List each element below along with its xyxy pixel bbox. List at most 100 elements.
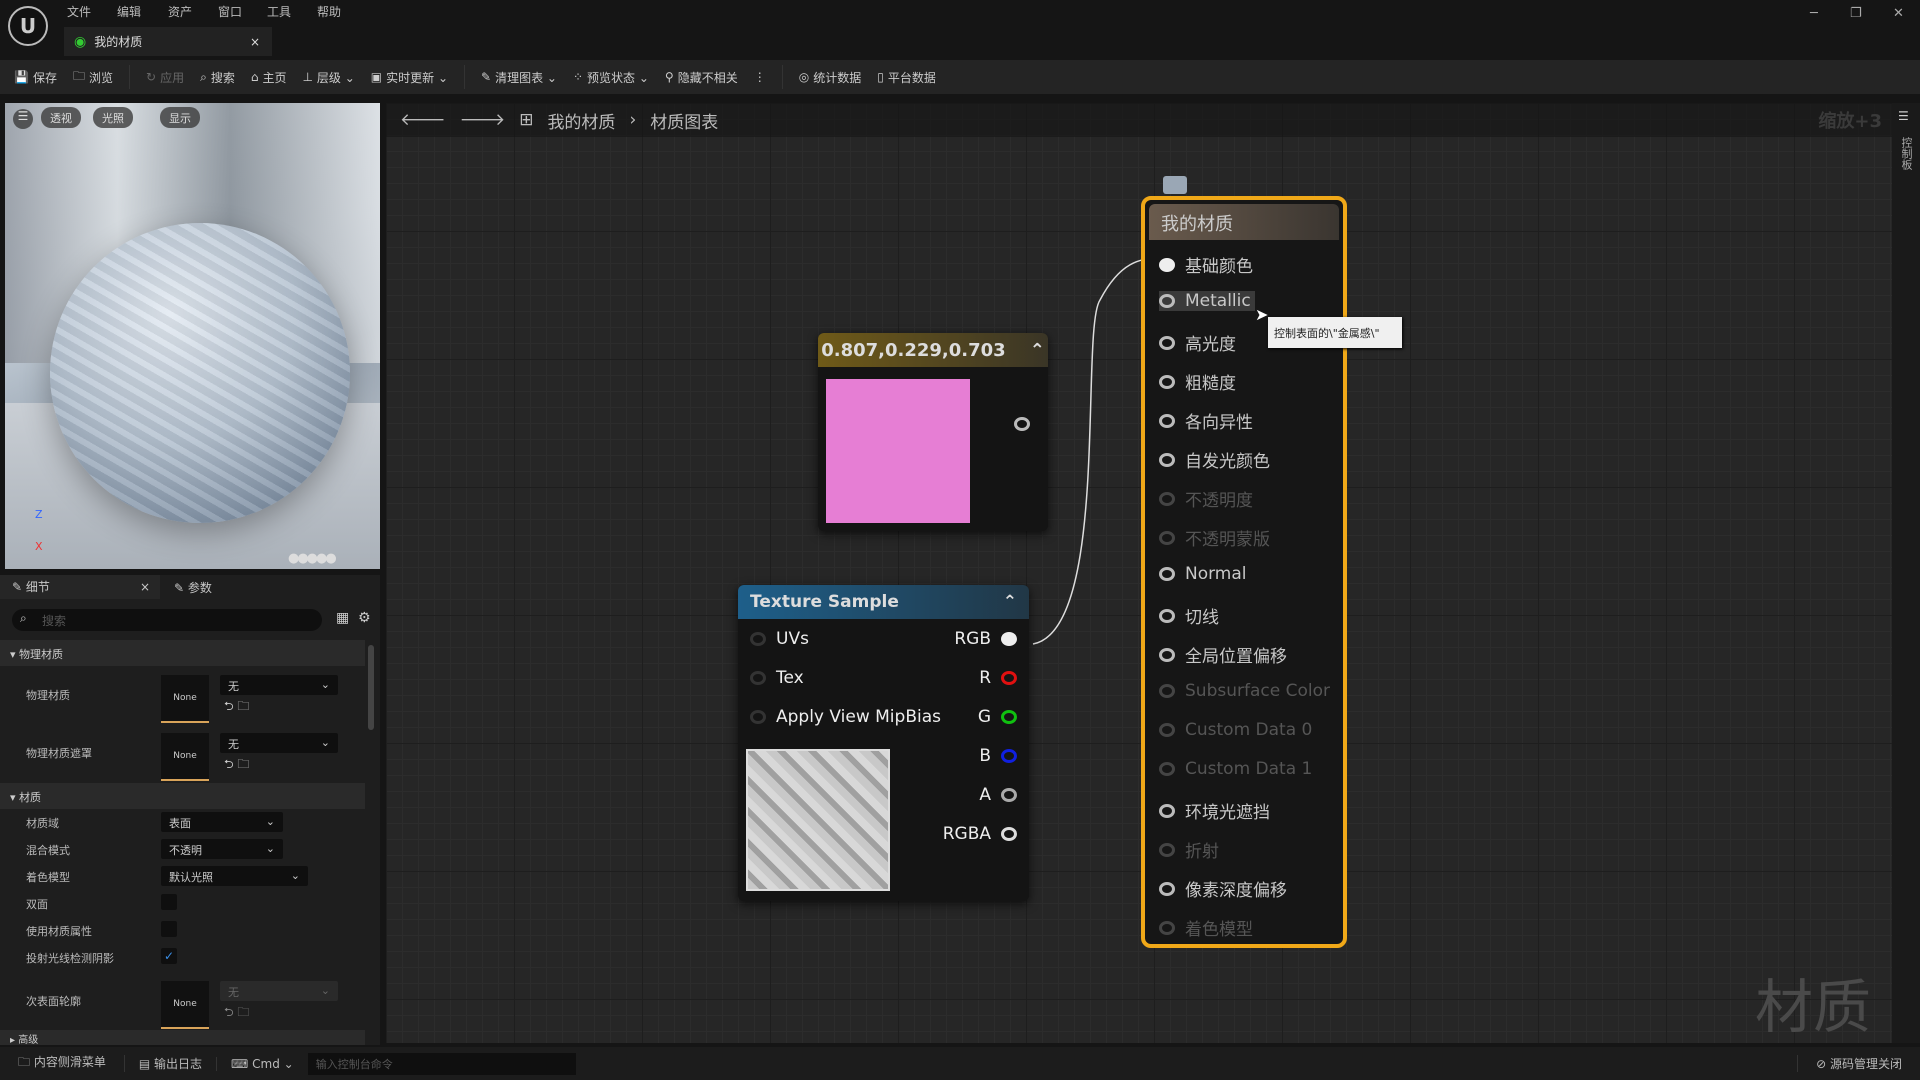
pin-label: 基础颜色	[1185, 257, 1253, 277]
console-input[interactable]: 输入控制台命令	[307, 1052, 576, 1075]
output-pin-g[interactable]	[1001, 710, 1017, 724]
result-pin-row[interactable]: Metallic	[1159, 291, 1255, 311]
pin-label: A	[979, 785, 991, 805]
output-pin-rgb[interactable]	[1001, 632, 1017, 646]
pin-label: G	[977, 707, 991, 727]
pin-label: B	[979, 746, 991, 766]
result-pin-row[interactable]: Subsurface Color	[1159, 681, 1330, 701]
result-pin-row[interactable]: 切线	[1159, 603, 1219, 628]
input-pin[interactable]	[1159, 842, 1175, 857]
content-drawer-label: 内容侧滑菜单	[33, 1055, 106, 1069]
input-pin[interactable]	[1159, 803, 1175, 818]
input-pin[interactable]	[1159, 335, 1175, 350]
pin-label: Custom Data 1	[1185, 759, 1313, 779]
constant3vector-node[interactable]: 0.807,0.229,0.703 ⌃	[818, 333, 1048, 531]
pin-label: 着色模型	[1185, 920, 1253, 940]
result-pin-row[interactable]: 各向异性	[1159, 408, 1253, 433]
output-pin-row[interactable]: RGB	[954, 629, 1017, 649]
output-pin-row[interactable]: RGBA	[943, 824, 1017, 844]
source-control-button[interactable]: ⊘ 源码管理关闭	[1797, 1055, 1920, 1072]
input-pin-row[interactable]: Apply View MipBias	[750, 707, 941, 727]
output-pin-row[interactable]: G	[978, 707, 1017, 727]
input-pin[interactable]	[1159, 723, 1175, 737]
menu-item[interactable]: 资产	[168, 3, 192, 20]
output-pin[interactable]	[1014, 417, 1030, 431]
input-pin[interactable]	[1159, 762, 1175, 776]
result-pin-row[interactable]: 全局位置偏移	[1159, 642, 1287, 667]
result-pin-row[interactable]: 折射	[1159, 837, 1219, 862]
input-pin[interactable]	[1159, 413, 1175, 428]
pin-label: 环境光遮挡	[1185, 803, 1270, 823]
input-pin[interactable]	[1159, 567, 1175, 581]
input-pin[interactable]	[1159, 530, 1175, 545]
input-pin-row[interactable]: Tex	[750, 668, 804, 688]
pin-label: 自发光颜色	[1185, 452, 1270, 472]
menu-item[interactable]: 文件	[67, 3, 91, 20]
pin-tooltip: 控制表面的\"金属感\"	[1268, 317, 1402, 348]
output-pin-rgba[interactable]	[1001, 827, 1017, 841]
output-pin-row[interactable]: A	[979, 785, 1017, 805]
result-pin-row[interactable]: Custom Data 1	[1159, 759, 1312, 779]
input-pin[interactable]	[1159, 684, 1175, 698]
input-pin[interactable]	[750, 632, 766, 646]
input-pin[interactable]	[1159, 257, 1175, 272]
pin-label: 粗糙度	[1185, 374, 1236, 394]
output-log-button[interactable]: ▤ 输出日志	[123, 1055, 216, 1072]
menu-item[interactable]: 工具	[267, 3, 291, 20]
output-pin-r[interactable]	[1001, 671, 1017, 685]
input-pin[interactable]	[1159, 374, 1175, 389]
result-pin-row[interactable]: 高光度	[1159, 330, 1236, 355]
result-pin-row[interactable]: 不透明蒙版	[1159, 525, 1270, 550]
source-control-label: 源码管理关闭	[1829, 1057, 1902, 1071]
input-pin[interactable]	[1159, 608, 1175, 623]
texture-sample-node[interactable]: Texture Sample ⌃ UVs Tex Apply View MipBias…	[738, 585, 1029, 901]
output-pin-b[interactable]	[1001, 749, 1017, 763]
cmd-dropdown[interactable]: ⌨ Cmd ⌄	[216, 1056, 308, 1071]
collapse-icon[interactable]: ⌃	[1030, 340, 1045, 361]
node-title: 我的材质	[1149, 204, 1339, 240]
content-drawer-button[interactable]: 🗀 内容侧滑菜单	[0, 1053, 124, 1074]
pin-label: UVs	[776, 629, 809, 649]
material-result-node[interactable]: 我的材质 基础颜色 Metallic 高光度粗糙度各向异性自发光颜色不透明度不透明蒙…	[1141, 196, 1347, 948]
input-pin[interactable]	[1159, 452, 1175, 467]
input-pin[interactable]	[1159, 647, 1175, 662]
result-pin-row[interactable]: 基础颜色	[1159, 252, 1253, 277]
input-pin[interactable]	[1159, 294, 1175, 308]
input-pin[interactable]	[750, 710, 766, 724]
pin-label: 各向异性	[1185, 413, 1253, 433]
result-pin-row[interactable]: 粗糙度	[1159, 369, 1236, 394]
node-comment-icon[interactable]	[1163, 176, 1187, 194]
pin-label: 折射	[1185, 842, 1219, 862]
input-pin[interactable]	[1159, 881, 1175, 896]
result-pin-row[interactable]: 自发光颜色	[1159, 447, 1270, 472]
menu-item[interactable]: 编辑	[117, 3, 141, 20]
input-pin[interactable]	[1159, 491, 1175, 506]
pin-label: 切线	[1185, 608, 1219, 628]
result-pin-row[interactable]: 着色模型	[1159, 915, 1253, 940]
input-pin-row[interactable]: UVs	[750, 629, 809, 649]
collapse-icon[interactable]: ⌃	[1003, 592, 1017, 612]
output-pin-a[interactable]	[1001, 788, 1017, 802]
menu-item[interactable]: 窗口	[218, 3, 242, 20]
result-pin-row[interactable]: 不透明度	[1159, 486, 1253, 511]
pin-label: Subsurface Color	[1185, 681, 1330, 701]
pin-label: Tex	[776, 668, 804, 688]
menu-item[interactable]: 帮助	[317, 3, 341, 20]
wire-layer	[1032, 257, 1162, 645]
output-pin-row[interactable]: R	[979, 668, 1017, 688]
pin-label: RGBA	[942, 824, 991, 844]
node-title: 0.807,0.229,0.703	[821, 339, 1006, 361]
output-pin-row[interactable]: B	[979, 746, 1017, 766]
output-log-label: 输出日志	[154, 1057, 203, 1071]
input-pin[interactable]	[750, 671, 766, 685]
pin-label: Metallic	[1185, 291, 1251, 311]
pin-label: 高光度	[1185, 335, 1236, 355]
result-pin-row[interactable]: 像素深度偏移	[1159, 876, 1287, 901]
input-pin[interactable]	[1159, 920, 1175, 935]
pin-label: 不透明蒙版	[1185, 530, 1270, 550]
result-pin-row[interactable]: 环境光遮挡	[1159, 798, 1270, 823]
result-pin-row[interactable]: Normal	[1159, 564, 1247, 584]
result-pin-row[interactable]: Custom Data 0	[1159, 720, 1312, 740]
cmd-label: Cmd ⌄	[252, 1056, 294, 1071]
mouse-cursor-icon: ➤	[1255, 305, 1269, 324]
